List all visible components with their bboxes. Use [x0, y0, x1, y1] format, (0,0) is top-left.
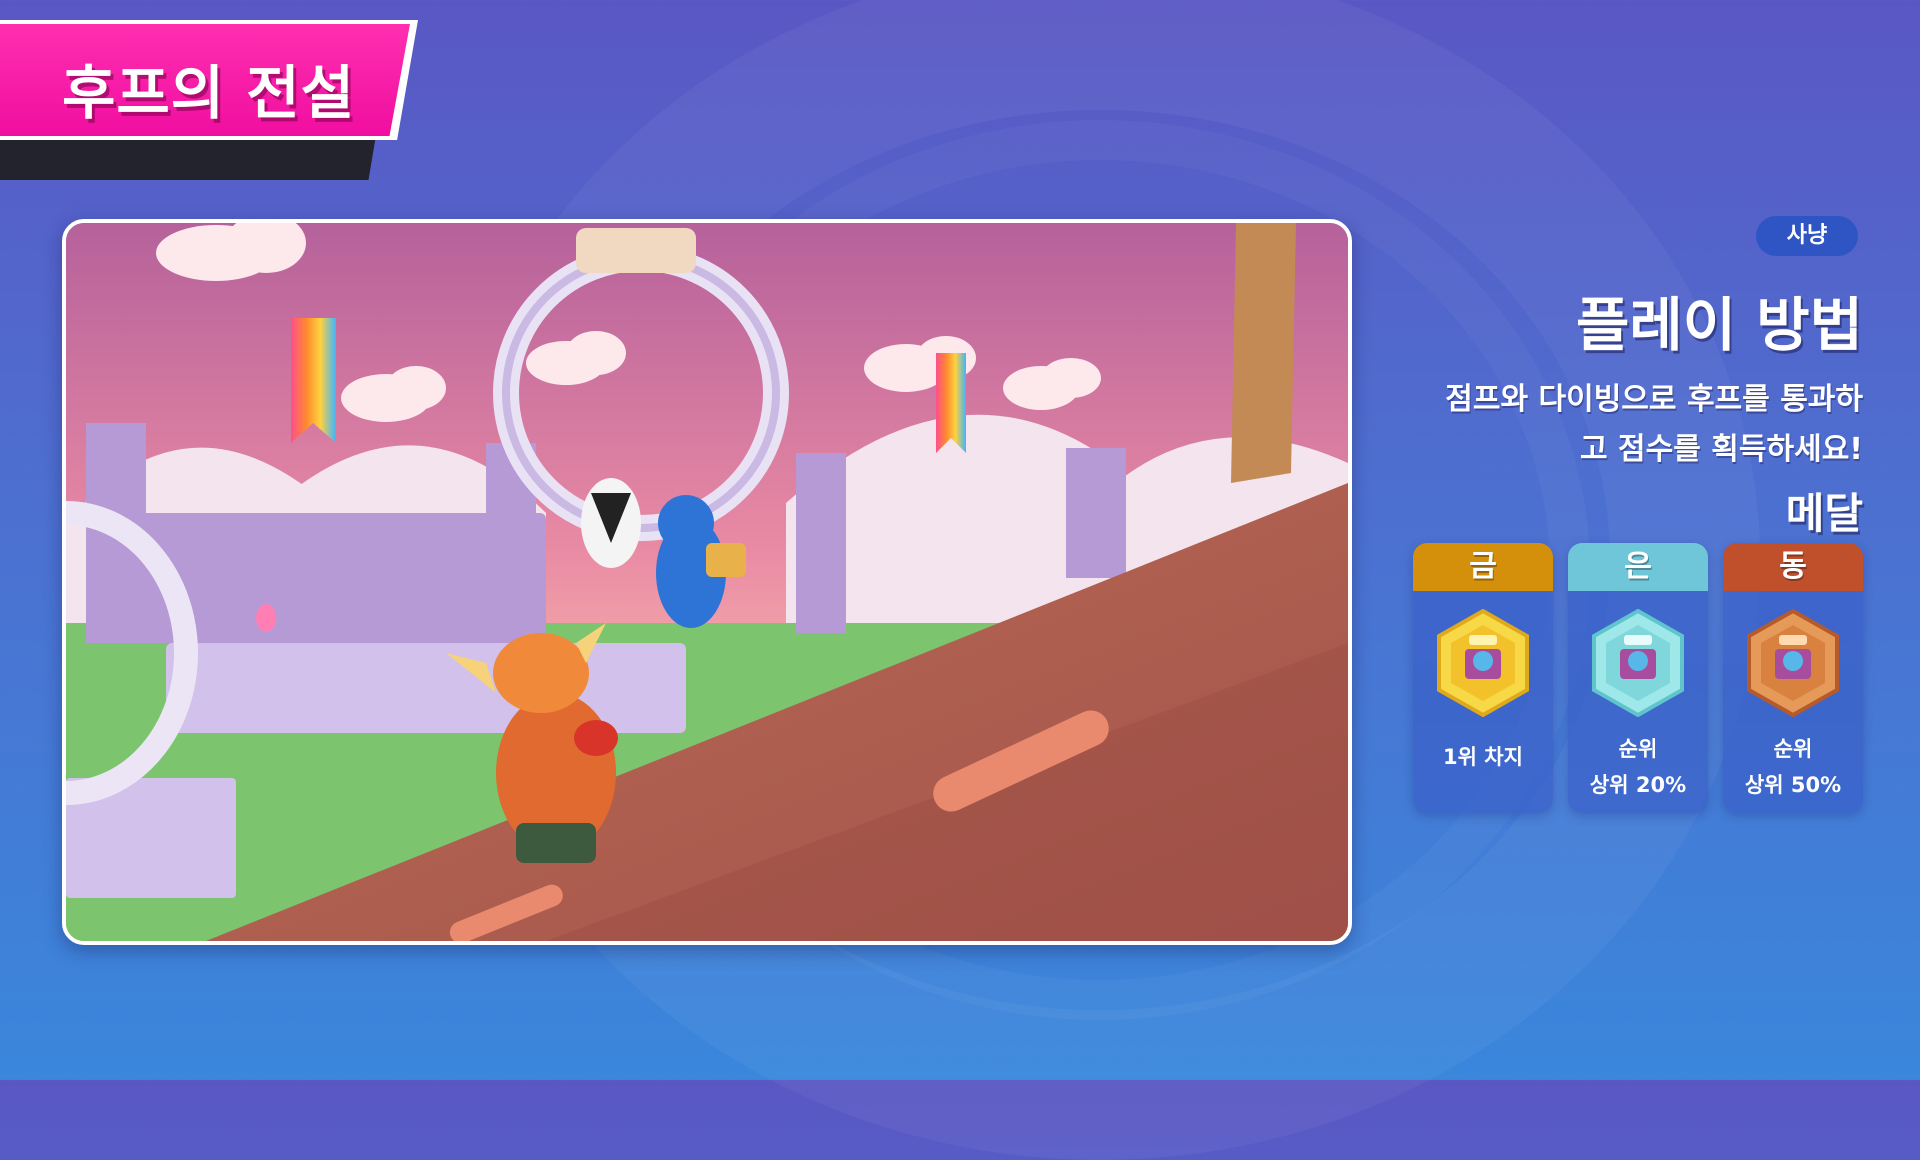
- medal-label-silver: 은: [1568, 543, 1708, 591]
- medal-card-gold: 금 1위 차지: [1413, 543, 1553, 813]
- bronze-medal-icon: [1747, 609, 1839, 717]
- medal-card-bronze: 동 순위 상위 50%: [1723, 543, 1863, 813]
- how-to-play-heading: 플레이 방법: [1576, 291, 1863, 359]
- silver-medal-icon: [1592, 609, 1684, 717]
- medal-label-bronze: 동: [1723, 543, 1863, 591]
- page-title: 후프의 전설: [62, 59, 355, 127]
- gameplay-scene-illustration: [66, 223, 1348, 941]
- mode-badge: 사냥: [1756, 216, 1858, 256]
- description-line-2: 고 점수를 획득하세요!: [1580, 432, 1863, 467]
- how-to-play-description: 점프와 다이빙으로 후프를 통과하 고 점수를 획득하세요!: [1343, 375, 1863, 475]
- gameplay-preview-image: [62, 219, 1352, 945]
- gold-medal-icon: [1437, 609, 1529, 717]
- medal-heading: 메달: [1785, 489, 1863, 538]
- medal-label-gold: 금: [1413, 543, 1553, 591]
- medal-bronze-line-1: 순위: [1773, 737, 1813, 761]
- medal-bronze-line-2: 상위 50%: [1744, 773, 1842, 797]
- description-line-1: 점프와 다이빙으로 후프를 통과하: [1445, 382, 1863, 417]
- medal-card-silver: 은 순위 상위 20%: [1568, 543, 1708, 813]
- medal-gold-line-1: 1위 차지: [1443, 745, 1523, 769]
- title-banner: 후프의 전설: [0, 20, 420, 180]
- medal-silver-line-2: 상위 20%: [1589, 773, 1687, 797]
- medal-silver-line-1: 순위: [1618, 737, 1658, 761]
